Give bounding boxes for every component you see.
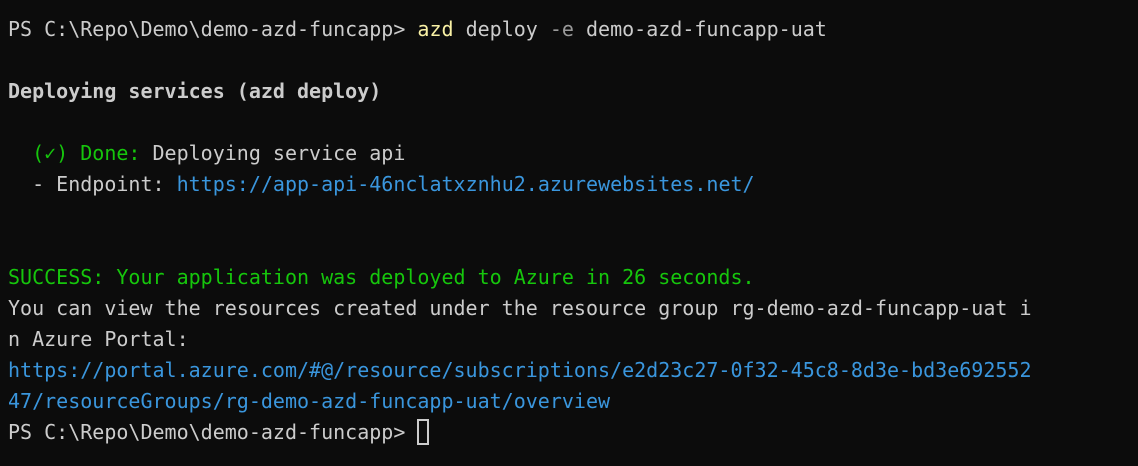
text-cursor[interactable] [417, 418, 430, 445]
endpoint-label: - Endpoint: [32, 172, 165, 196]
command-flag: -e [549, 17, 574, 41]
info-text-line-1: You can view the resources created under… [8, 296, 1032, 320]
portal-link-line-1[interactable]: https://portal.azure.com/#@/resource/sub… [8, 355, 1138, 386]
command-exe: azd [417, 17, 454, 41]
prompt: PS C:\Repo\Demo\demo-azd-funcapp> [8, 420, 418, 444]
deploy-heading: Deploying services (azd deploy) [8, 79, 382, 103]
prompt-line: PS C:\Repo\Demo\demo-azd-funcapp> [8, 417, 1138, 448]
endpoint-line: - Endpoint: https://app-api-46nclatxznhu… [8, 169, 1138, 200]
portal-link-line-2[interactable]: 47/resourceGroups/rg-demo-azd-funcapp-ua… [8, 386, 1138, 417]
info-text-line-2: n Azure Portal: [8, 327, 189, 351]
prompt: PS C:\Repo\Demo\demo-azd-funcapp> [8, 17, 418, 41]
done-status: (✓) Done: [32, 141, 141, 165]
command-line: PS C:\Repo\Demo\demo-azd-funcapp> azd de… [8, 14, 1138, 45]
success-message: SUCCESS: Your application was deployed t… [8, 265, 755, 289]
command-subcommand: deploy [465, 17, 538, 41]
endpoint-link[interactable]: https://app-api-46nclatxznhu2.azurewebsi… [177, 172, 755, 196]
done-text: Deploying service api [152, 141, 406, 165]
done-line: (✓) Done: Deploying service api [8, 138, 1138, 169]
command-environment: demo-azd-funcapp-uat [586, 17, 827, 41]
terminal-window[interactable]: PS C:\Repo\Demo\demo-azd-funcapp> azd de… [0, 0, 1138, 466]
